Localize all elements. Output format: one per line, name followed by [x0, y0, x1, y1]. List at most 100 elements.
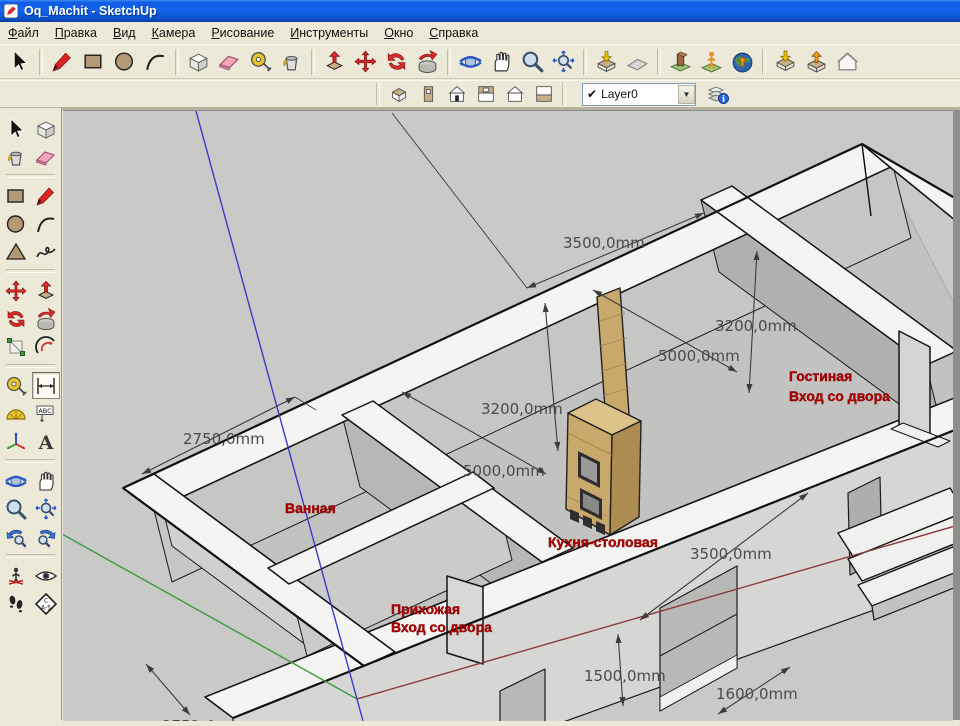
position-camera-button[interactable]: [2, 562, 30, 589]
orbit-button[interactable]: [2, 467, 30, 494]
dimension-button[interactable]: [32, 372, 60, 399]
toggle-terrain-button[interactable]: [622, 47, 653, 77]
top-view-button[interactable]: [471, 82, 500, 107]
component-button[interactable]: [32, 115, 60, 142]
menu-правка[interactable]: Правка: [47, 24, 105, 42]
orbit-icon: [4, 469, 28, 493]
protractor-button[interactable]: [2, 400, 30, 427]
paint-bucket-button[interactable]: [2, 143, 30, 170]
menu-окно[interactable]: Окно: [376, 24, 421, 42]
push-pull-button[interactable]: [32, 277, 60, 304]
tape-measure-button[interactable]: [245, 47, 276, 77]
dimension-label: 5000,0mm: [658, 347, 740, 365]
palette-row: [0, 210, 61, 237]
palette-separator: [6, 364, 55, 368]
share-model-button[interactable]: [801, 47, 832, 77]
orbit-button[interactable]: [455, 47, 486, 77]
rectangle-icon: [4, 184, 28, 208]
polygon-button[interactable]: [2, 238, 30, 265]
follow-me-button[interactable]: [412, 47, 443, 77]
freehand-icon: [34, 240, 58, 264]
section-plane-icon: CA-5: [34, 592, 58, 616]
next-view-button[interactable]: [32, 523, 60, 550]
zoom-button[interactable]: [517, 47, 548, 77]
menu-инструменты[interactable]: Инструменты: [282, 24, 376, 42]
menu-справка[interactable]: Справка: [421, 24, 486, 42]
dimension-label: 1500,0mm: [584, 667, 666, 685]
arc-button[interactable]: [32, 210, 60, 237]
house-button[interactable]: [832, 47, 863, 77]
room-label: Вход со двора: [391, 619, 492, 635]
iso-view-button[interactable]: [384, 82, 413, 107]
component-button[interactable]: [183, 47, 214, 77]
menu-вид[interactable]: Вид: [105, 24, 144, 42]
select-button[interactable]: [4, 47, 35, 77]
menu-рисование[interactable]: Рисование: [203, 24, 282, 42]
circle-button[interactable]: [109, 47, 140, 77]
scale-button[interactable]: [2, 333, 30, 360]
walk-icon: [4, 592, 28, 616]
rotate-button[interactable]: [381, 47, 412, 77]
move-button[interactable]: [350, 47, 381, 77]
text-button[interactable]: ABC: [32, 400, 60, 427]
zoom-icon: [520, 49, 545, 74]
rectangle-button[interactable]: [78, 47, 109, 77]
follow-me-button[interactable]: [32, 305, 60, 332]
offset-button[interactable]: [32, 333, 60, 360]
pan-button[interactable]: [32, 467, 60, 494]
rectangle-button[interactable]: [2, 182, 30, 209]
front-view-button[interactable]: [442, 82, 471, 107]
pan-icon: [34, 469, 58, 493]
text-3d-icon: A: [34, 430, 58, 454]
move-button[interactable]: [2, 277, 30, 304]
paint-bucket-button[interactable]: [276, 47, 307, 77]
window-title: Oq_Machit - SketchUp: [24, 4, 157, 18]
line-button[interactable]: [47, 47, 78, 77]
menu-файл[interactable]: Файл: [0, 24, 47, 42]
circle-button[interactable]: [2, 210, 30, 237]
layer-combobox[interactable]: ✔ Layer0 ▼: [582, 83, 696, 106]
previous-view-button[interactable]: [2, 523, 30, 550]
text-3d-button[interactable]: A: [32, 428, 60, 455]
layer-dropdown-button[interactable]: ▼: [678, 85, 695, 104]
zoom-button[interactable]: [2, 495, 30, 522]
select-button[interactable]: [2, 115, 30, 142]
rectangle-icon: [81, 49, 106, 74]
push-pull-icon: [322, 49, 347, 74]
menu-bar: ФайлПравкаВидКамераРисованиеИнструментыО…: [0, 22, 960, 44]
eraser-button[interactable]: [214, 47, 245, 77]
dimension-label: 5000,0mm: [463, 462, 545, 480]
google-earth-button[interactable]: [727, 47, 758, 77]
back-view-button[interactable]: [500, 82, 529, 107]
look-around-button[interactable]: [32, 562, 60, 589]
tape-measure-button[interactable]: [2, 372, 30, 399]
arc-button[interactable]: [140, 47, 171, 77]
layer-manager-button[interactable]: i: [704, 82, 732, 107]
model-viewport[interactable]: 3500,0mm3200,0mm5000,0mm3200,0mm5000,0mm…: [63, 110, 953, 721]
push-pull-button[interactable]: [319, 47, 350, 77]
pan-button[interactable]: [486, 47, 517, 77]
zoom-extents-button[interactable]: [32, 495, 60, 522]
iso-view-icon: [388, 83, 410, 105]
room-label: Ванная: [285, 500, 336, 516]
get-current-view-button[interactable]: [591, 47, 622, 77]
left-view-button[interactable]: [413, 82, 442, 107]
orbit-icon: [458, 49, 483, 74]
get-models-button[interactable]: [770, 47, 801, 77]
paint-bucket-icon: [4, 145, 28, 169]
section-plane-button[interactable]: CA-5: [32, 590, 60, 617]
follow-me-icon: [34, 307, 58, 331]
axes-button[interactable]: [2, 428, 30, 455]
rotate-button[interactable]: [2, 305, 30, 332]
dimension-label: 2751,4: [162, 717, 215, 721]
photo-textures-button[interactable]: [665, 47, 696, 77]
walk-button[interactable]: [2, 590, 30, 617]
freehand-button[interactable]: [32, 238, 60, 265]
zoom-extents-button[interactable]: [548, 47, 579, 77]
line-button[interactable]: [32, 182, 60, 209]
share-model-icon: [804, 49, 829, 74]
menu-камера[interactable]: Камера: [144, 24, 204, 42]
bottom-view-button[interactable]: [529, 82, 558, 107]
model-figure-button[interactable]: [696, 47, 727, 77]
eraser-button[interactable]: [32, 143, 60, 170]
